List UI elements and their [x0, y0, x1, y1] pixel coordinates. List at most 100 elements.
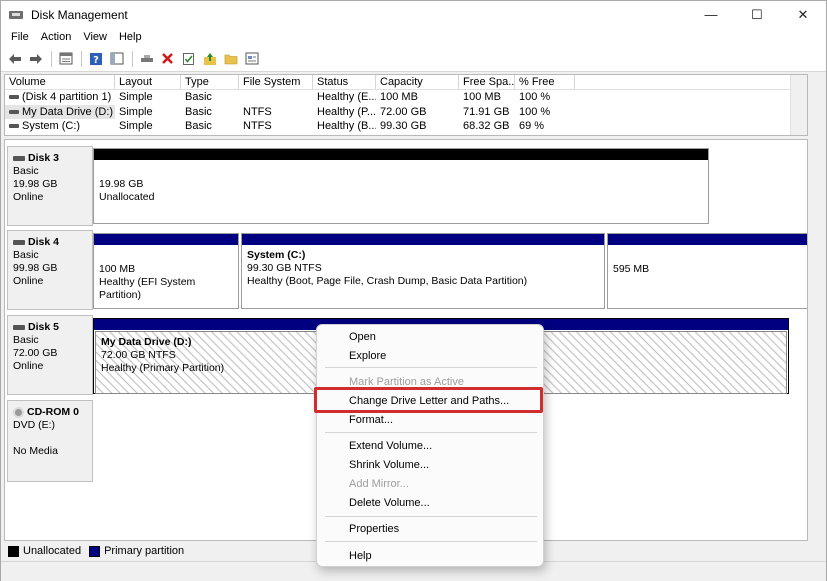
file-system-cell [239, 90, 313, 105]
type-cell: Basic [185, 91, 212, 103]
disk-name: Disk 4 [28, 236, 59, 248]
forward-arrow-icon[interactable] [26, 49, 45, 68]
close-button[interactable]: ✕ [780, 1, 826, 28]
disk-4-efi-partition[interactable]: 100 MB Healthy (EFI System Partition) [93, 233, 239, 309]
column-header-capacity[interactable]: Capacity [376, 75, 459, 89]
folder-up-icon[interactable] [200, 49, 219, 68]
percent-free-cell: 69 % [519, 120, 545, 132]
toolbar: ? [1, 46, 826, 72]
cd-rom-icon [13, 406, 24, 418]
properties-icon[interactable] [179, 49, 198, 68]
column-header-volume[interactable]: Volume [5, 75, 115, 89]
disk-3-unallocated-partition[interactable]: 19.98 GB Unallocated [93, 148, 709, 224]
svg-text:?: ? [93, 55, 99, 66]
title-bar: Disk Management — ☐ ✕ [1, 1, 826, 28]
disk-size: 99.98 GB [13, 262, 58, 274]
delete-icon[interactable] [158, 49, 177, 68]
menu-item-shrink-volume[interactable]: Shrink Volume... [317, 456, 545, 475]
partition-size: 99.30 GB NTFS [247, 262, 322, 274]
menu-file[interactable]: File [5, 31, 35, 43]
menu-item-extend-volume[interactable]: Extend Volume... [317, 437, 545, 456]
partition-size: 595 MB [613, 263, 650, 275]
disk-name: CD-ROM 0 [27, 406, 79, 418]
menu-item-add-mirror: Add Mirror... [349, 478, 409, 490]
menu-separator [325, 432, 537, 433]
menu-item-help[interactable]: Help [317, 547, 545, 566]
menu-view[interactable]: View [77, 31, 113, 43]
minimize-button[interactable]: — [688, 1, 734, 28]
disk-icon [13, 155, 25, 161]
disk-list-icon[interactable] [56, 49, 75, 68]
menu-bar: File Action View Help [1, 28, 826, 46]
disk-status: Online [13, 191, 44, 203]
menu-item-open[interactable]: Open [317, 328, 545, 347]
primary-partition-swatch [89, 545, 101, 557]
back-arrow-icon[interactable] [5, 49, 24, 68]
partition-size: 19.98 GB [99, 178, 144, 190]
disk-size: 19.98 GB [13, 178, 58, 190]
percent-free-cell: 100 % [519, 105, 551, 118]
menu-separator [325, 516, 537, 517]
disk-5-label[interactable]: Disk 5 Basic 72.00 GB Online [7, 315, 93, 395]
partition-context-menu: Open Explore Mark Partition as Active Ch… [316, 324, 544, 567]
menu-action[interactable]: Action [35, 31, 78, 43]
column-header-layout[interactable]: Layout [115, 75, 181, 89]
menu-separator [325, 367, 537, 368]
free-space-cell: 100 MB [463, 91, 501, 103]
disk-management-app-icon [9, 9, 23, 21]
legend-primary-partition: Primary partition [89, 545, 184, 557]
layout-cell: Simple [119, 91, 153, 103]
view-icon[interactable] [242, 49, 261, 68]
maximize-button[interactable]: ☐ [734, 1, 780, 28]
menu-help[interactable]: Help [113, 31, 148, 43]
capacity-cell: 100 MB [380, 91, 418, 103]
menu-item-properties[interactable]: Properties [317, 520, 545, 539]
disk-type: Basic [13, 165, 39, 177]
volume-list-scrollbar[interactable] [790, 75, 807, 135]
status-cell: Healthy (B... [317, 120, 376, 132]
partition-size: 100 MB [99, 263, 136, 275]
volume-cell: My Data Drive (D:) [5, 104, 115, 119]
menu-item-delete-volume[interactable]: Delete Volume... [317, 494, 545, 513]
disk-4-system-partition[interactable]: System (C:) 99.30 GB NTFS Healthy (Boot,… [241, 233, 605, 309]
console-tree-icon[interactable] [107, 49, 126, 68]
column-header-status[interactable]: Status [313, 75, 376, 89]
column-header-file-system[interactable]: File System [239, 75, 313, 89]
disk-icon [13, 239, 25, 245]
free-space-cell: 71.91 GB [463, 105, 510, 118]
window-title: Disk Management [31, 7, 128, 22]
disk-status: Online [13, 360, 44, 372]
disk-3-label[interactable]: Disk 3 Basic 19.98 GB Online [7, 146, 93, 226]
disk-4-label[interactable]: Disk 4 Basic 99.98 GB Online [7, 230, 93, 310]
volume-cell: (Disk 4 partition 1) [5, 90, 115, 105]
cdrom-0-label[interactable]: CD-ROM 0 DVD (E:) No Media [7, 400, 93, 482]
capacity-cell: 99.30 GB [380, 120, 427, 132]
column-header-percent-free[interactable]: % Free [515, 75, 575, 89]
table-row[interactable]: System (C:) Simple Basic NTFS Healthy (B… [5, 119, 807, 134]
partition-bar [242, 234, 604, 245]
menu-item-explore[interactable]: Explore [317, 347, 545, 366]
volume-icon [9, 95, 19, 100]
connect-icon[interactable] [137, 49, 156, 68]
volume-list: Volume Layout Type File System Status Ca… [4, 74, 808, 136]
unallocated-swatch [8, 545, 19, 557]
menu-item-format[interactable]: Format... [317, 411, 545, 430]
column-header-type[interactable]: Type [181, 75, 239, 89]
legend-unallocated: Unallocated [8, 545, 81, 557]
disk-4-recovery-partition[interactable]: 595 MB [607, 233, 807, 309]
table-row[interactable]: My Data Drive (D:) Simple Basic NTFS Hea… [5, 104, 807, 119]
window-controls: — ☐ ✕ [688, 1, 826, 28]
table-row[interactable]: (Disk 4 partition 1) Simple Basic Health… [5, 90, 807, 105]
file-system-cell: NTFS [243, 105, 272, 118]
highlight-annotation-box [314, 387, 543, 413]
toolbar-separator [132, 50, 133, 67]
help-icon[interactable]: ? [86, 49, 105, 68]
column-header-free-space[interactable]: Free Spa... [459, 75, 515, 89]
folder-icon[interactable] [221, 49, 240, 68]
partition-status: Healthy (EFI System Partition) [99, 276, 196, 301]
disk-status: Online [13, 275, 44, 287]
type-cell: Basic [185, 120, 212, 132]
disk-name: Disk 3 [28, 152, 59, 164]
disk-size: 72.00 GB [13, 347, 58, 359]
partition-name: System (C:) [247, 249, 306, 261]
